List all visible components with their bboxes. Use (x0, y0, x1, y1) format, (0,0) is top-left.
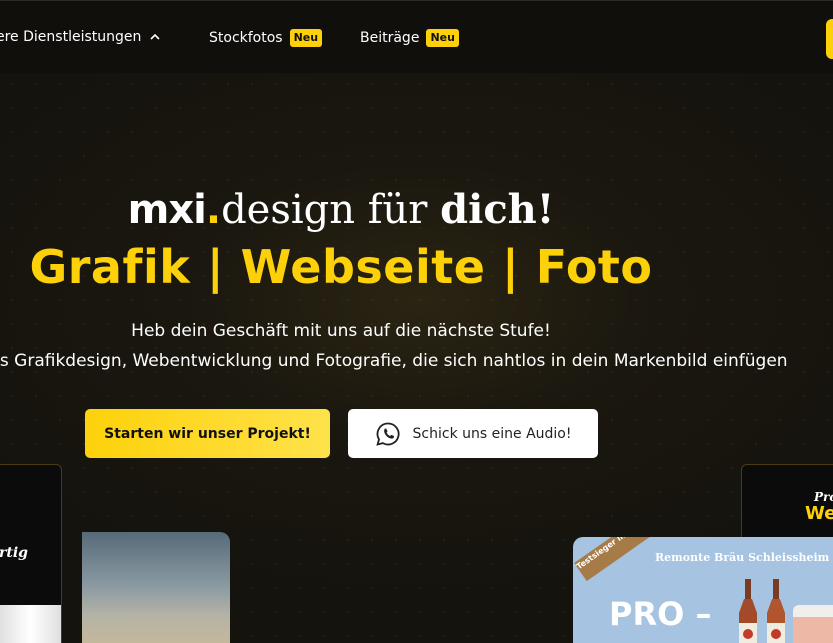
hero-headline-emphasis: dich! (440, 186, 555, 233)
portfolio-photo-card[interactable] (82, 532, 230, 643)
new-badge: Neu (289, 29, 323, 47)
portfolio-card-left-image (0, 605, 61, 643)
portfolio-beer-card[interactable]: Testsieger im Landkreis Remonte Bräu Sch… (573, 537, 833, 643)
nav-item-services[interactable]: ere Dienstleistungen (0, 29, 160, 45)
send-audio-button[interactable]: Schick uns eine Audio! (348, 409, 598, 458)
beer-bottle-icon (767, 579, 785, 643)
brand-dot: . (205, 187, 222, 233)
send-audio-label: Schick uns eine Audio! (412, 425, 572, 442)
portfolio-card-left-text: rtig (0, 545, 28, 561)
whatsapp-icon (375, 422, 400, 446)
hero-subtitle: Heb dein Geschäft mit uns auf die nächst… (131, 321, 551, 341)
hero-services-title: Grafik | Webseite | Foto (29, 240, 653, 294)
portfolio-card-right-title: We (805, 503, 833, 524)
beer-headline: PRO – (609, 595, 712, 633)
brand-wordmark: mxi (127, 187, 207, 233)
new-badge: Neu (426, 29, 459, 47)
hero-description: ntes Grafikdesign, Webentwicklung und Fo… (0, 351, 788, 371)
beer-glass-image (793, 605, 833, 643)
nav-item-beitraege-label: Beiträge (360, 30, 420, 46)
beer-brand-header: Remonte Bräu Schleissheim (655, 551, 830, 564)
nav-item-stockfotos-label: Stockfotos (209, 30, 283, 46)
portfolio-card-right-text: Pro (814, 490, 833, 504)
hero-headline-text: design für (221, 187, 441, 233)
testsieger-stamp: Testsieger im Landkreis (574, 537, 668, 582)
portfolio-card-left[interactable]: rtig (0, 464, 62, 643)
nav-cta-button[interactable] (826, 19, 833, 59)
top-navbar: ere Dienstleistungen Stockfotos Neu Beit… (0, 0, 833, 73)
nav-item-stockfotos[interactable]: Stockfotos Neu (209, 29, 323, 47)
nav-item-beitraege[interactable]: Beiträge Neu (360, 29, 459, 47)
start-project-button[interactable]: Starten wir unser Projekt! (85, 409, 330, 458)
hero-headline: mxi.design für dich! (0, 186, 682, 233)
nav-item-services-label: ere Dienstleistungen (0, 29, 142, 45)
beer-bottle-icon (739, 579, 757, 643)
chevron-up-icon (150, 33, 160, 40)
